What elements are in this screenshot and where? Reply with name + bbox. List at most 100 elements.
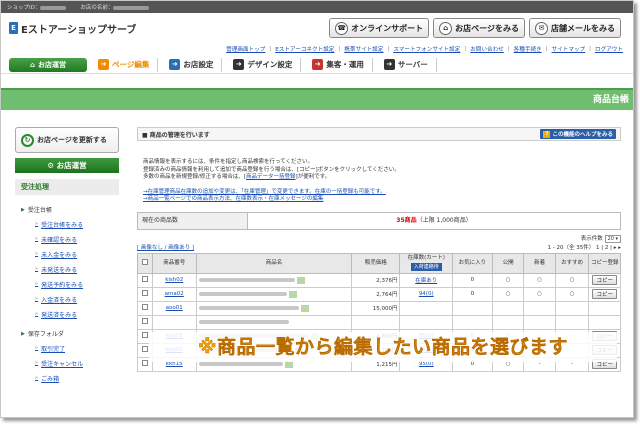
- bulk-upload-link[interactable]: 商品データ一括登録: [246, 174, 296, 180]
- copy-button[interactable]: コピー: [592, 275, 617, 286]
- nav-item[interactable]: ➜ 集客・運用: [304, 57, 373, 72]
- stock[interactable]: [399, 314, 453, 330]
- row-checkbox[interactable]: [141, 290, 148, 297]
- phone-button[interactable]: ☎ オンラインサポート: [329, 18, 430, 38]
- row-checkbox[interactable]: [141, 332, 148, 339]
- table-toolbar: [ 画像なし / 画像あり ] 表示件数 20 ▾ 1 - 20（全 35件） …: [137, 234, 621, 251]
- util-link[interactable]: Eストアーコネクト設定: [275, 45, 334, 53]
- util-link[interactable]: お問い合わせ: [470, 45, 504, 53]
- column-label: 商品番号: [163, 260, 186, 267]
- bullet-icon: »: [35, 311, 39, 317]
- nav-item[interactable]: ➜ ページ編集: [90, 57, 159, 72]
- sidebar-item[interactable]: » 未確認をみる: [15, 234, 119, 244]
- sidebar-item[interactable]: » 未発送をみる: [15, 264, 119, 274]
- table-row[interactable]: ama02 2,764円 94(0) 0 ○ ○ ○ コピー: [137, 286, 621, 302]
- sidebar-item[interactable]: » 受注台帳をみる: [15, 219, 119, 229]
- stock[interactable]: 在庫あり: [399, 272, 453, 288]
- column-header: 新着: [523, 252, 556, 274]
- column-header: 商品番号: [151, 252, 197, 274]
- row-checkbox[interactable]: [141, 346, 148, 353]
- util-link[interactable]: ログアウト: [595, 45, 623, 53]
- bullet-icon: »: [35, 236, 39, 242]
- pager: 表示件数 20 ▾ 1 - 20（全 35件） 1 | 2 | ▸ ▸: [548, 234, 621, 251]
- inventory-link[interactable]: →在庫管理商品在庫数の追加や変更は、「在庫管理」で変更できます。在庫の一括登録も…: [143, 189, 386, 195]
- annotation-caption: ※商品一覧から編集したい商品を選びます: [149, 332, 617, 362]
- product-code[interactable]: kish02: [151, 272, 197, 288]
- product-count-box: 現在の商品数 35商品（上限 1,000商品）: [137, 211, 621, 230]
- cell-fav: [451, 300, 493, 316]
- nav-item-label: お店設定: [183, 60, 214, 69]
- nav-item[interactable]: ➜ デザイン設定: [225, 57, 302, 72]
- sidebar-item[interactable]: » 発送済をみる: [15, 309, 119, 319]
- sidebar-item[interactable]: » 未入金をみる: [15, 249, 119, 259]
- select-all-checkbox[interactable]: [141, 259, 148, 266]
- sidebar-item-label: 入金済をみる: [41, 296, 78, 304]
- sidebar-section-orders[interactable]: 受注処理: [15, 179, 119, 195]
- table-row[interactable]: kish02 2,376円 在庫あり 0 ○ ○ ○ コピー: [137, 272, 621, 288]
- row-checkbox[interactable]: [141, 304, 148, 311]
- cell-rec: ○: [554, 286, 590, 302]
- redacted-product-name: [198, 278, 295, 283]
- logo[interactable]: E Eストアーショップサーブ: [9, 21, 136, 36]
- list-display-link[interactable]: →商品一覧ページでの商品表示方法、在庫数表示・在庫メッセージの編集: [143, 196, 323, 202]
- table-row[interactable]: [137, 314, 621, 330]
- phone-icon: ☎: [335, 21, 349, 35]
- image-toggle-links[interactable]: [ 画像なし / 画像あり ]: [137, 243, 194, 251]
- product-code[interactable]: aoo01: [151, 300, 197, 316]
- stock[interactable]: [399, 300, 453, 316]
- desc-line: 多数の商品を新規登録/修正する場合は、[商品データ一括登録]が便利です。: [143, 174, 331, 181]
- product-thumbnail: [300, 304, 309, 312]
- product-code[interactable]: [151, 314, 197, 330]
- main-nav: ⌂ お店運営 ➜ ページ編集 ➜ お店設定 ➜ デザイン設定 ➜ 集客・運用 ➜ サーバー: [1, 56, 633, 74]
- row-checkbox[interactable]: [141, 360, 148, 367]
- page-title: 商品台帳: [1, 88, 633, 110]
- bullet-icon: »: [35, 251, 39, 257]
- nav-item-label: デザイン設定: [247, 60, 293, 69]
- sidebar-item[interactable]: » 発送予約をみる: [15, 279, 119, 289]
- help-button[interactable]: ? この機能のヘルプをみる: [540, 129, 616, 139]
- nav-item[interactable]: ➜ お店設定: [161, 57, 223, 72]
- product-code[interactable]: ama02: [151, 286, 197, 302]
- util-link[interactable]: サイトマップ: [552, 45, 586, 53]
- triangle-right-icon: ▶: [21, 330, 25, 337]
- awaiting-restock-button[interactable]: 入荷連絡待: [410, 262, 442, 272]
- util-link[interactable]: 携帯サイト設定: [344, 45, 383, 53]
- util-link[interactable]: 各種手続き: [514, 45, 542, 53]
- group-label: 受注台帳: [27, 207, 52, 214]
- stock[interactable]: 94(0): [399, 286, 453, 302]
- sidebar-item[interactable]: » ごみ箱: [15, 373, 119, 383]
- refresh-store-button[interactable]: ↻ お店ページを更新する: [15, 127, 119, 153]
- link-separator: |: [464, 46, 467, 52]
- sidebar-item[interactable]: » 受注キャンセル: [15, 358, 119, 368]
- copy-button[interactable]: コピー: [592, 289, 617, 300]
- util-link[interactable]: 管理画面トップ: [226, 45, 265, 53]
- sidebar-item[interactable]: » 入金済をみる: [15, 294, 119, 304]
- triangle-right-icon: ▶: [21, 206, 25, 213]
- table-row[interactable]: aoo01 15,000円: [137, 300, 621, 316]
- bullet-icon: »: [35, 375, 39, 381]
- cell-new: [523, 314, 556, 330]
- desc-line: 商品情報を表示するには、条件を指定し商品検索を行ってください。: [143, 159, 314, 165]
- column-header: 在庫数(カート) 入荷連絡待: [399, 252, 453, 274]
- product-thumbnail: [296, 276, 305, 284]
- nav-shop-operation[interactable]: ⌂ お店運営: [9, 57, 87, 72]
- column-label: コピー登録: [590, 260, 619, 267]
- arrow-right-icon: ➜: [169, 59, 181, 70]
- sidebar-heading[interactable]: ⚙ お店運営: [15, 158, 119, 173]
- copy-cell: [588, 300, 621, 316]
- sidebar-heading-label: お店運営: [56, 161, 87, 170]
- mail-button[interactable]: ✉ 店舗メールをみる: [529, 18, 621, 38]
- pagination[interactable]: 1 - 20（全 35件） 1 | 2 | ▸ ▸: [548, 243, 621, 251]
- util-link[interactable]: スマートフォンサイト設定: [393, 45, 460, 53]
- row-checkbox-cell: [137, 314, 153, 330]
- row-checkbox[interactable]: [141, 276, 148, 283]
- link-separator: |: [338, 46, 341, 52]
- panel-header: ■ 商品の管理を行います ? この機能のヘルプをみる: [137, 127, 621, 141]
- store-button[interactable]: ⌂ お店ページをみる: [433, 18, 525, 38]
- row-checkbox[interactable]: [141, 318, 148, 325]
- nav-item[interactable]: ➜ サーバー: [376, 57, 437, 72]
- display-count-select[interactable]: 20 ▾: [604, 234, 621, 243]
- nav-item-label: 集客・運用: [326, 60, 364, 69]
- sidebar-item[interactable]: » 取引完了: [15, 343, 119, 353]
- column-header: コピー登録: [588, 252, 621, 274]
